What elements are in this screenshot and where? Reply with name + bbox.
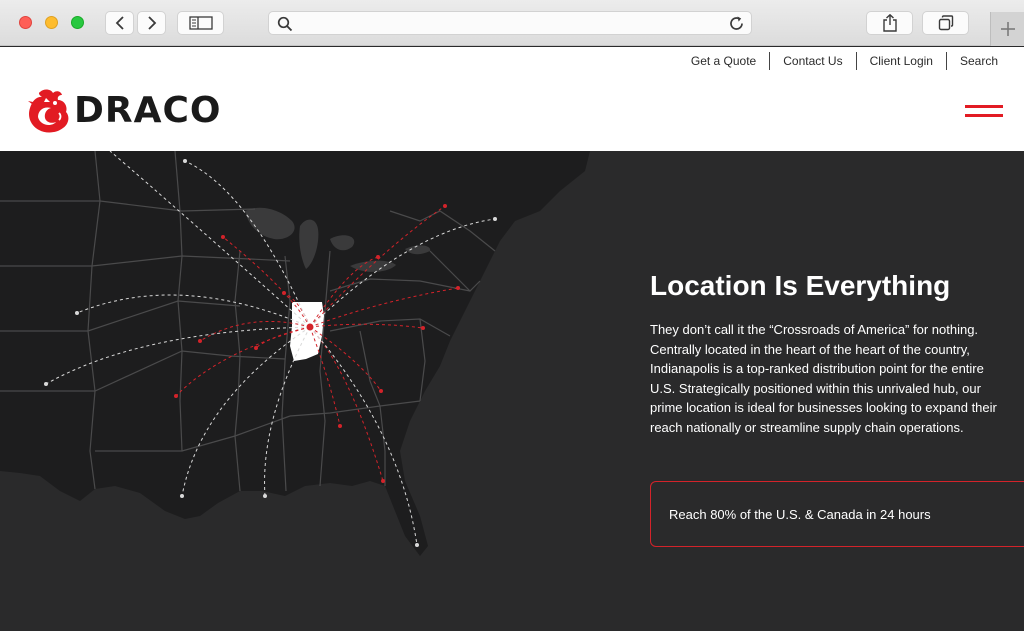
chevron-left-icon xyxy=(115,16,124,30)
hamburger-menu-icon xyxy=(965,105,1003,108)
hero-section: Location Is Everything They don’t call i… xyxy=(0,151,1024,631)
site-header: Get a Quote Contact Us Client Login Sear… xyxy=(0,47,1024,151)
share-icon xyxy=(882,14,897,32)
dragon-logo-icon xyxy=(28,89,69,133)
get-a-quote-link[interactable]: Get a Quote xyxy=(678,53,769,69)
utility-nav: Get a Quote Contact Us Client Login Sear… xyxy=(678,52,998,70)
us-distribution-map xyxy=(0,151,590,556)
share-button[interactable] xyxy=(866,11,913,35)
browser-window: Get a Quote Contact Us Client Login Sear… xyxy=(0,0,1024,631)
forward-button[interactable] xyxy=(137,11,166,35)
browser-toolbar xyxy=(0,0,1024,46)
sidebar-icon xyxy=(188,16,213,30)
new-tab-button[interactable] xyxy=(990,12,1024,46)
search-link[interactable]: Search xyxy=(947,53,998,69)
client-login-link[interactable]: Client Login xyxy=(857,53,946,69)
hamburger-menu-icon xyxy=(965,114,1003,117)
search-icon xyxy=(277,16,293,32)
tabs-overview-button[interactable] xyxy=(922,11,969,35)
tabs-icon xyxy=(938,15,953,31)
hero-title: Location Is Everything xyxy=(650,270,951,301)
reload-icon[interactable] xyxy=(728,15,745,32)
plus-icon xyxy=(1000,22,1015,36)
indianapolis-hub xyxy=(306,323,314,331)
reach-callout-text: Reach 80% of the U.S. & Canada in 24 hou… xyxy=(669,506,931,522)
back-button[interactable] xyxy=(105,11,134,35)
hero-body: They don’t call it the “Crossroads of Am… xyxy=(650,322,997,435)
draco-logo[interactable]: DRACO xyxy=(26,87,222,135)
logo-wordmark: DRACO xyxy=(74,90,222,131)
zoom-window-button[interactable] xyxy=(71,16,84,29)
close-window-button[interactable] xyxy=(19,16,32,29)
minimize-window-button[interactable] xyxy=(45,16,58,29)
reach-callout: Reach 80% of the U.S. & Canada in 24 hou… xyxy=(650,481,1024,547)
sidebar-button[interactable] xyxy=(177,11,224,35)
chevron-right-icon xyxy=(147,16,156,30)
contact-us-link[interactable]: Contact Us xyxy=(770,53,855,69)
address-bar[interactable] xyxy=(268,11,752,35)
hamburger-menu-button[interactable] xyxy=(965,105,1003,123)
